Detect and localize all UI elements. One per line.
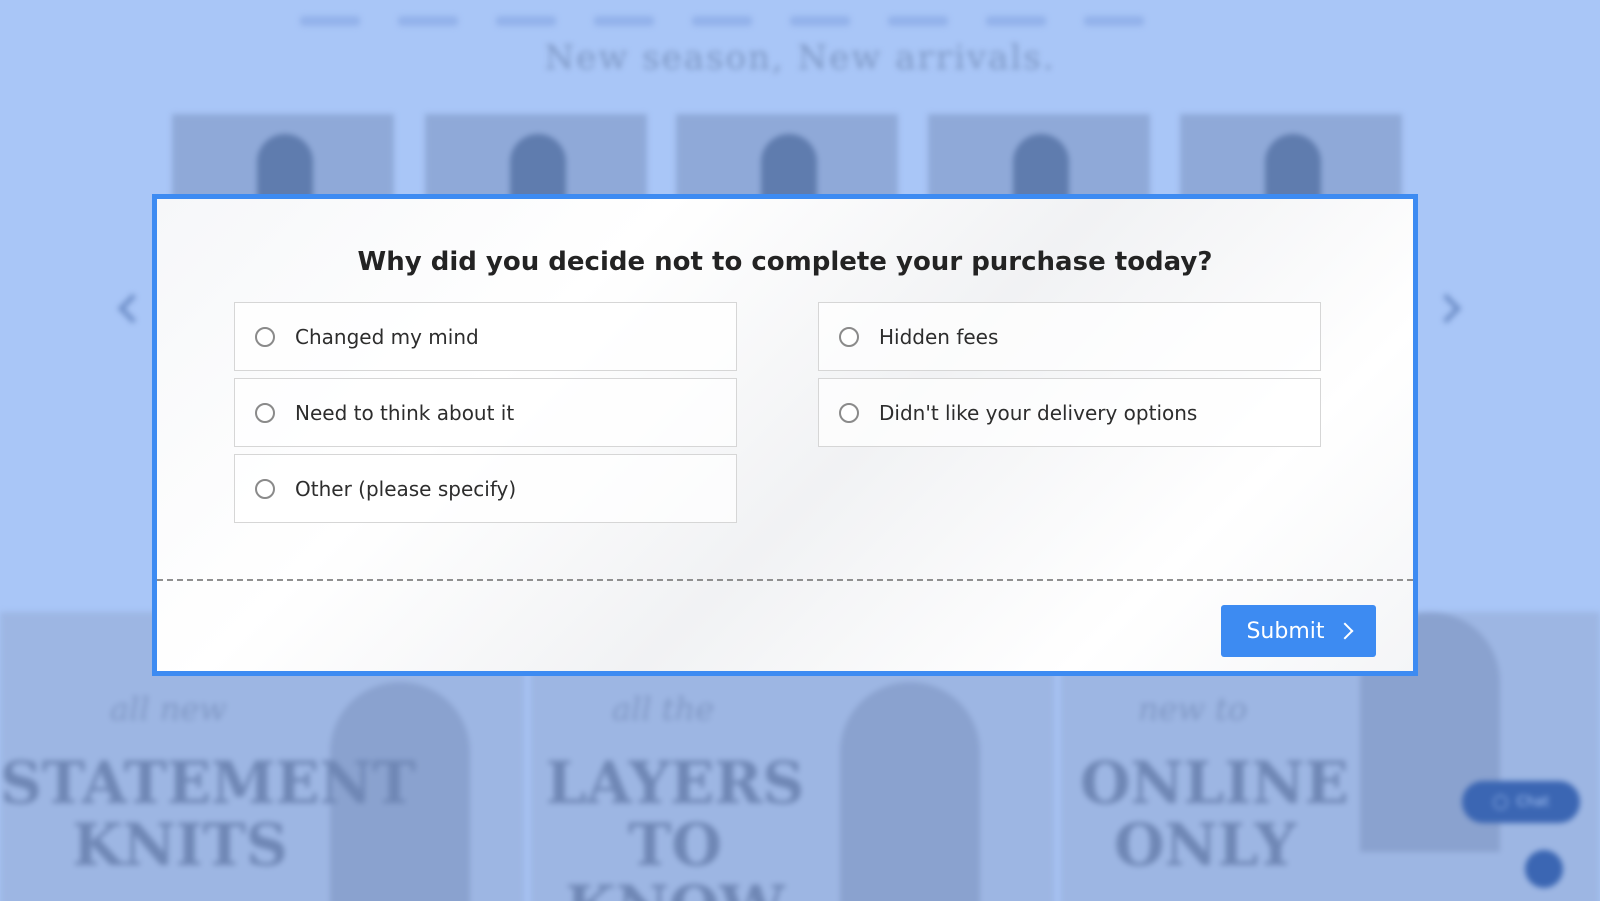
background-headline: New season, New arrivals. [544,38,1056,78]
radio-button[interactable] [255,326,275,347]
exit-survey-modal: Why did you decide not to complete your … [152,194,1418,676]
option-label: Need to think about it [295,400,515,425]
banner-script: new to [1138,690,1248,728]
submit-button[interactable]: Submit [1221,605,1376,657]
radio-button[interactable] [255,478,275,499]
option-other[interactable]: Other (please specify) [234,454,737,523]
option-changed-my-mind[interactable]: Changed my mind [234,302,737,371]
radio-button[interactable] [255,402,275,423]
help-circle-icon [1525,850,1563,888]
submit-label: Submit [1246,618,1325,644]
banner-title: STATEMENT KNITS [0,749,416,879]
banner-script: all the [612,690,715,728]
banner-title: LAYERS TO KNOW [545,749,805,901]
option-delivery-options[interactable]: Didn't like your delivery options [818,378,1321,447]
chat-button: ◯ Chat [1462,781,1580,823]
option-label: Other (please specify) [295,476,517,501]
radio-button[interactable] [839,326,859,347]
option-need-to-think[interactable]: Need to think about it [234,378,737,447]
chat-icon: ◯ [1492,794,1509,810]
option-hidden-fees[interactable]: Hidden fees [818,302,1321,371]
banner-script: all new [110,690,227,728]
banner-title: ONLINE ONLY [1080,749,1349,879]
option-label: Hidden fees [879,324,999,349]
survey-question: Why did you decide not to complete your … [357,247,1213,277]
radio-button[interactable] [839,402,859,423]
chevron-right-icon [1336,622,1354,640]
option-label: Didn't like your delivery options [879,400,1198,425]
background-nav [300,16,1144,26]
divider [157,579,1413,581]
chat-label: Chat [1516,794,1550,810]
carousel-next-icon [1431,293,1462,324]
option-label: Changed my mind [295,324,479,349]
carousel-prev-icon [117,293,148,324]
